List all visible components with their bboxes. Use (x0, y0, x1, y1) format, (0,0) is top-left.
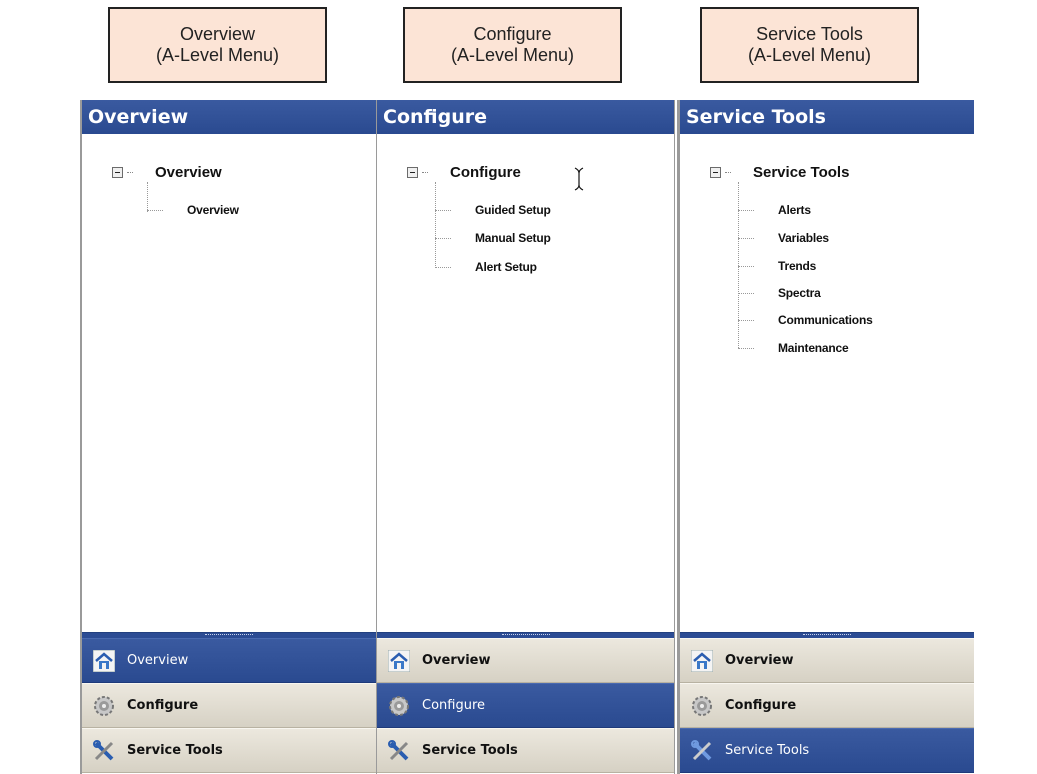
collapse-icon[interactable] (407, 167, 418, 178)
tree-item-maintenance[interactable]: Maintenance (738, 341, 849, 355)
gear-icon (690, 694, 714, 718)
nav-label: Overview (725, 653, 794, 668)
nav-service-tools-button[interactable]: Service Tools (82, 728, 376, 773)
nav-overview-button[interactable]: Overview (82, 638, 376, 683)
caption-subtitle: (A-Level Menu) (450, 45, 575, 65)
tools-icon (92, 739, 116, 763)
nav-overview-button[interactable]: Overview (680, 638, 974, 683)
nav-service-tools-button[interactable]: Service Tools (680, 728, 974, 773)
tree-item-trends[interactable]: Trends (738, 259, 816, 273)
nav-configure-button[interactable]: Configure (377, 683, 674, 728)
collapse-icon[interactable] (112, 167, 123, 178)
splitter-handle[interactable] (82, 632, 376, 638)
home-icon (92, 649, 116, 673)
caption-service-tools: Service Tools (A-Level Menu) (700, 7, 919, 83)
tree-item-guided-setup[interactable]: Guided Setup (435, 203, 551, 217)
nav-configure-button[interactable]: Configure (82, 683, 376, 728)
nav-label: Configure (422, 698, 486, 713)
tree-item-communications[interactable]: Communications (738, 313, 873, 327)
caption-title: Configure (473, 24, 552, 44)
nav-overview-button[interactable]: Overview (377, 638, 674, 683)
tree-item-alert-setup[interactable]: Alert Setup (435, 260, 537, 274)
tree-item-label: Maintenance (778, 341, 849, 355)
tree-item-label: Alert Setup (475, 260, 537, 274)
caption-title: Service Tools (756, 24, 863, 44)
tree-item-label: Variables (778, 231, 829, 245)
gear-icon (92, 694, 116, 718)
panel-title: Service Tools (680, 100, 974, 134)
splitter-handle[interactable] (377, 632, 674, 638)
nav-configure-button[interactable]: Configure (680, 683, 974, 728)
collapse-icon[interactable] (710, 167, 721, 178)
tree-root[interactable]: Configure (407, 164, 521, 181)
nav-label: Service Tools (725, 743, 810, 758)
configure-panel: Configure Configure Guided Setup Manual … (377, 100, 675, 774)
overview-panel: Overview Overview Overview Overview Conf… (80, 100, 377, 774)
nav-label: Overview (422, 653, 491, 668)
tree-item-label: Guided Setup (475, 203, 551, 217)
caption-configure: Configure (A-Level Menu) (403, 7, 622, 83)
tree-item-spectra[interactable]: Spectra (738, 286, 821, 300)
nav-service-tools-button[interactable]: Service Tools (377, 728, 674, 773)
caption-subtitle: (A-Level Menu) (155, 45, 280, 65)
tree-item-label: Communications (778, 313, 873, 327)
splitter-handle[interactable] (680, 632, 974, 638)
menu-tree: Overview Overview (82, 134, 376, 632)
home-icon (387, 649, 411, 673)
tree-root-label: Configure (450, 164, 521, 181)
tree-item-overview[interactable]: Overview (147, 203, 239, 217)
tree-item-label: Overview (187, 203, 239, 217)
home-icon (690, 649, 714, 673)
tree-item-label: Trends (778, 259, 817, 273)
tree-root-label: Overview (155, 164, 222, 181)
text-cursor-icon (574, 167, 584, 191)
tree-item-alerts[interactable]: Alerts (738, 203, 811, 217)
tree-item-variables[interactable]: Variables (738, 231, 829, 245)
caption-overview: Overview (A-Level Menu) (108, 7, 327, 83)
tools-icon (387, 739, 411, 763)
tree-item-label: Spectra (778, 286, 821, 300)
caption-title: Overview (179, 24, 255, 44)
caption-subtitle: (A-Level Menu) (747, 45, 872, 65)
nav-label: Overview (127, 653, 189, 668)
gear-icon (387, 694, 411, 718)
nav-label: Configure (725, 698, 797, 713)
menu-tree: Configure Guided Setup Manual Setup Aler… (377, 134, 674, 632)
tools-icon (690, 739, 714, 763)
panel-title: Overview (82, 100, 376, 134)
nav-label: Service Tools (127, 743, 223, 758)
tree-root[interactable]: Service Tools (710, 164, 849, 181)
tree-root[interactable]: Overview (112, 164, 222, 181)
tree-item-label: Manual Setup (475, 231, 551, 245)
panel-title: Configure (377, 100, 674, 134)
tree-item-label: Alerts (778, 203, 811, 217)
menu-tree: Service Tools Alerts Variables Trends Sp… (680, 134, 974, 632)
nav-label: Configure (127, 698, 199, 713)
service-tools-panel: Service Tools Service Tools Alerts Varia… (677, 100, 974, 774)
tree-item-manual-setup[interactable]: Manual Setup (435, 231, 551, 245)
nav-label: Service Tools (422, 743, 518, 758)
tree-root-label: Service Tools (753, 164, 850, 181)
